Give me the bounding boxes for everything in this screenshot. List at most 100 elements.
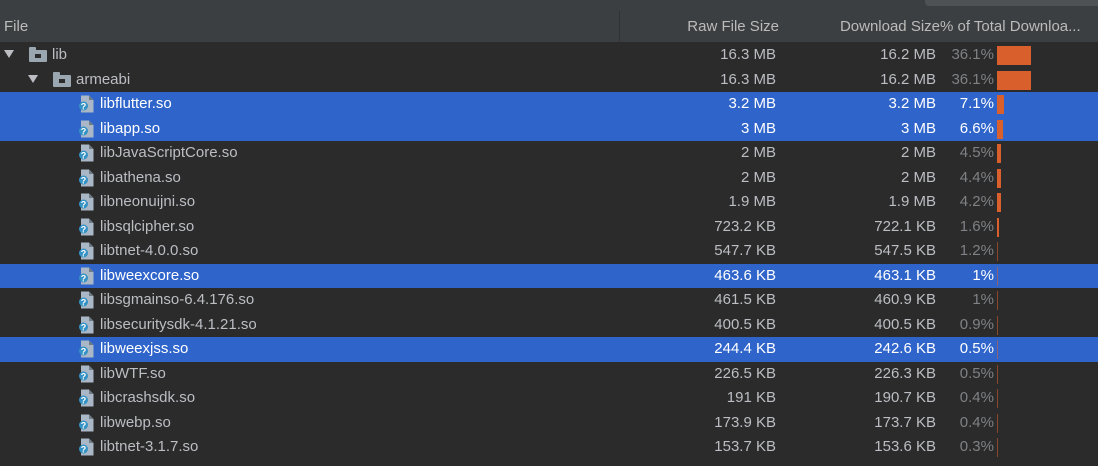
file-name: libtnet-4.0.0.so — [100, 242, 199, 259]
download-size: 3 MB — [900, 119, 936, 137]
percent-of-total: 6.6% — [959, 119, 994, 137]
download-size: 463.1 KB — [874, 266, 936, 284]
raw-file-size: 16.3 MB — [720, 46, 776, 63]
raw-file-size: 173.9 KB — [714, 413, 776, 431]
percent-of-total: 7.1% — [959, 95, 994, 112]
unknown-file-icon: ? — [78, 365, 94, 383]
file-name: libathena.so — [100, 168, 181, 186]
file-name: libWTF.so — [100, 364, 166, 382]
unknown-file-icon: ? — [78, 414, 94, 432]
table-row[interactable]: ? libsqlcipher.so 723.2 KB 722.1 KB 1.6% — [0, 215, 1098, 240]
raw-file-size: 16.3 MB — [720, 70, 776, 88]
raw-file-size: 226.5 KB — [714, 364, 776, 382]
table-row[interactable]: ? libathena.so 2 MB 2 MB 4.4% — [0, 166, 1098, 191]
raw-file-size: 3.2 MB — [728, 95, 776, 112]
table-row[interactable]: lib 16.3 MB 16.2 MB 36.1% — [0, 43, 1098, 68]
percent-of-total: 0.9% — [959, 315, 994, 333]
table-row[interactable]: ? libWTF.so 226.5 KB 226.3 KB 0.5% — [0, 362, 1098, 387]
unknown-file-icon: ? — [78, 193, 94, 211]
download-size: 16.2 MB — [880, 70, 936, 88]
chevron-down-icon[interactable] — [4, 50, 14, 58]
percent-of-total: 1.6% — [959, 217, 994, 235]
table-row[interactable]: ? libweexcore.so 463.6 KB 463.1 KB 1% — [0, 263, 1098, 288]
table-row[interactable]: ? libsgmainso-6.4.176.so 461.5 KB 460.9 KB 1… — [0, 288, 1098, 313]
unknown-file-icon: ? — [78, 242, 94, 260]
svg-text:?: ? — [81, 371, 87, 381]
unknown-file-icon: ? — [78, 389, 94, 407]
column-header-percent[interactable]: % of Total Downloa... — [940, 11, 1096, 42]
table-row[interactable]: ? libweexjss.so 244.4 KB 242.6 KB 0.5% — [0, 337, 1098, 362]
percent-bar — [997, 413, 998, 433]
percent-bar — [997, 291, 998, 310]
percent-bar — [997, 438, 998, 457]
download-size: 547.5 KB — [874, 242, 936, 259]
percent-of-total: 4.5% — [959, 144, 994, 161]
file-name: libsgmainso-6.4.176.so — [100, 291, 255, 308]
table-row[interactable]: ? libapp.so 3 MB 3 MB 6.6% — [0, 116, 1098, 141]
percent-bar — [997, 193, 1001, 212]
raw-file-size: 1.9 MB — [728, 193, 776, 210]
table-row[interactable]: ? libwebp.so 173.9 KB 173.7 KB 0.4% — [0, 411, 1098, 436]
table-row[interactable]: armeabi 16.3 MB 16.2 MB 36.1% — [0, 68, 1098, 93]
svg-text:?: ? — [81, 175, 87, 185]
unknown-file-icon: ? — [78, 291, 94, 309]
svg-text:?: ? — [81, 249, 87, 259]
percent-of-total: 1% — [972, 291, 994, 308]
table-row[interactable]: ? libcrashsdk.so 191 KB 190.7 KB 0.4% — [0, 386, 1098, 411]
svg-text:?: ? — [81, 126, 87, 136]
table-row[interactable]: ? libneonuijni.so 1.9 MB 1.9 MB 4.2% — [0, 190, 1098, 215]
percent-bar — [997, 217, 999, 237]
raw-file-size: 461.5 KB — [714, 291, 776, 308]
table-row[interactable]: ? libtnet-4.0.0.so 547.7 KB 547.5 KB 1.2% — [0, 239, 1098, 264]
raw-file-size: 463.6 KB — [714, 266, 776, 284]
percent-bar — [997, 315, 998, 335]
percent-of-total: 0.5% — [959, 364, 994, 382]
column-header-raw-size[interactable]: Raw File Size — [620, 11, 779, 42]
percent-bar — [997, 389, 998, 408]
file-tree-table: lib 16.3 MB 16.2 MB 36.1% armeabi 16.3 MB 16.2… — [0, 43, 1098, 460]
unknown-file-icon: ? — [78, 267, 94, 285]
table-row[interactable]: ? libtnet-3.1.7.so 153.7 KB 153.6 KB 0.3% — [0, 435, 1098, 460]
svg-text:?: ? — [81, 445, 87, 455]
download-size: 400.5 KB — [874, 315, 936, 333]
raw-file-size: 153.7 KB — [714, 438, 776, 455]
column-header-file[interactable]: File — [4, 11, 604, 42]
percent-of-total: 4.4% — [959, 168, 994, 186]
download-size: 2 MB — [900, 144, 936, 161]
unknown-file-icon: ? — [78, 144, 94, 162]
download-size: 242.6 KB — [874, 340, 936, 357]
raw-file-size: 244.4 KB — [714, 340, 776, 357]
download-size: 16.2 MB — [880, 46, 936, 63]
top-tab — [925, 0, 1098, 6]
svg-text:?: ? — [81, 151, 87, 161]
svg-text:?: ? — [81, 396, 87, 406]
percent-of-total: 0.4% — [959, 389, 994, 406]
svg-text:?: ? — [81, 420, 87, 430]
file-name: libweexjss.so — [100, 340, 189, 357]
table-row[interactable]: ? libJavaScriptCore.so 2 MB 2 MB 4.5% — [0, 141, 1098, 166]
download-size: 3.2 MB — [888, 95, 936, 112]
svg-text:?: ? — [81, 224, 87, 234]
percent-bar — [997, 46, 1031, 65]
table-row[interactable]: ? libflutter.so 3.2 MB 3.2 MB 7.1% — [0, 92, 1098, 117]
download-size: 190.7 KB — [874, 389, 936, 406]
raw-file-size: 723.2 KB — [714, 217, 776, 235]
svg-text:?: ? — [81, 322, 87, 332]
chevron-down-icon[interactable] — [28, 74, 38, 83]
download-size: 1.9 MB — [888, 193, 936, 210]
unknown-file-icon: ? — [78, 95, 94, 113]
download-size: 226.3 KB — [874, 364, 936, 382]
percent-bar — [997, 70, 1031, 90]
column-header-download-size[interactable]: Download Size — [790, 11, 940, 42]
percent-of-total: 4.2% — [959, 193, 994, 210]
unknown-file-icon: ? — [78, 340, 94, 358]
download-size: 722.1 KB — [874, 217, 936, 235]
percent-bar — [997, 119, 1003, 139]
raw-file-size: 3 MB — [740, 119, 776, 137]
percent-of-total: 36.1% — [951, 46, 994, 63]
file-name: libwebp.so — [100, 413, 171, 431]
table-header: File Raw File Size Download Size % of To… — [0, 11, 1098, 43]
percent-of-total: 1.2% — [959, 242, 994, 259]
file-name: libsecuritysdk-4.1.21.so — [100, 315, 257, 333]
table-row[interactable]: ? libsecuritysdk-4.1.21.so 400.5 KB 400.5 K… — [0, 313, 1098, 338]
